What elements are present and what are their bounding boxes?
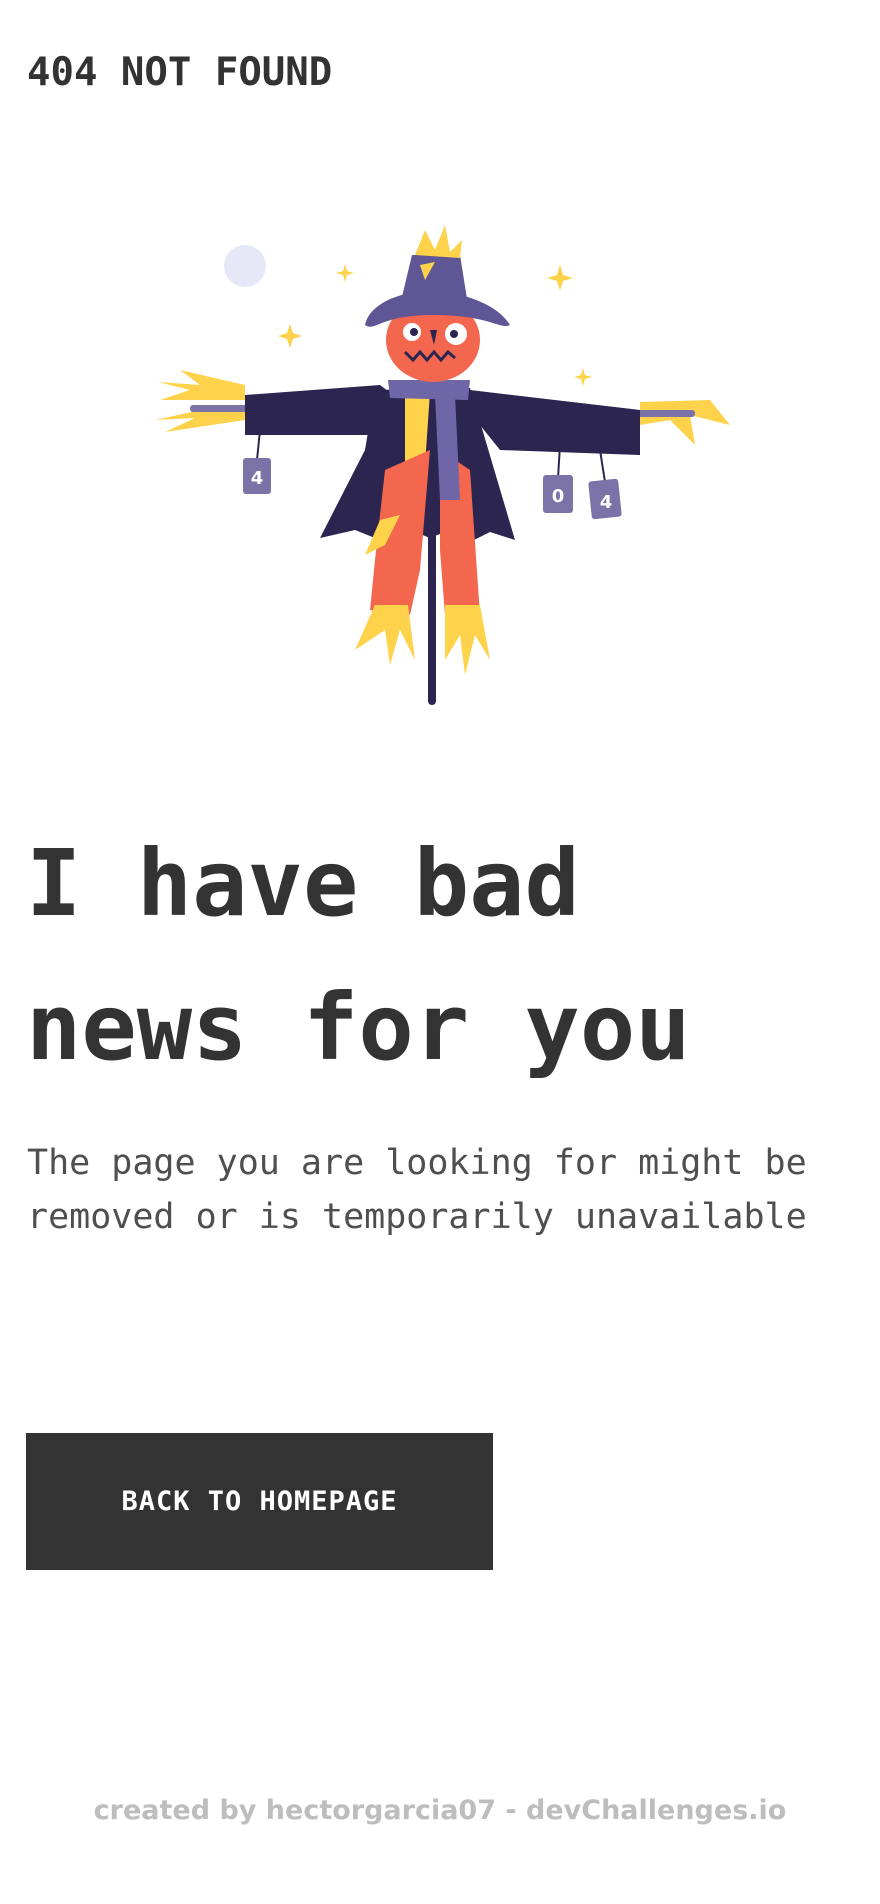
can-label: 4 bbox=[600, 492, 613, 513]
straw-right bbox=[640, 400, 730, 445]
sparkle-icon bbox=[574, 368, 592, 386]
straw-legs bbox=[355, 605, 415, 665]
moon-icon bbox=[224, 245, 266, 287]
sparkle-icon bbox=[278, 324, 302, 348]
straw-left bbox=[158, 370, 245, 400]
description: The page you are looking for might be re… bbox=[27, 1143, 807, 1237]
can-label: 0 bbox=[552, 486, 565, 507]
footer-credit: created by hectorgarcia07 - devChallenge… bbox=[93, 1795, 787, 1826]
headline-line-2: news for you bbox=[26, 974, 691, 1081]
scarf bbox=[388, 380, 470, 400]
page-title: 404 NOT FOUND bbox=[27, 50, 333, 95]
sparkle-icon bbox=[336, 264, 354, 282]
back-to-homepage-button[interactable]: BACK TO HOMEPAGE bbox=[26, 1433, 493, 1570]
headline: I have bad news for you bbox=[26, 812, 846, 1100]
scarecrow-illustration: 4 0 4 bbox=[155, 225, 730, 705]
can-label: 4 bbox=[251, 468, 264, 489]
headline-line-1: I have bad bbox=[26, 830, 580, 937]
sparkle-icon bbox=[547, 265, 573, 291]
